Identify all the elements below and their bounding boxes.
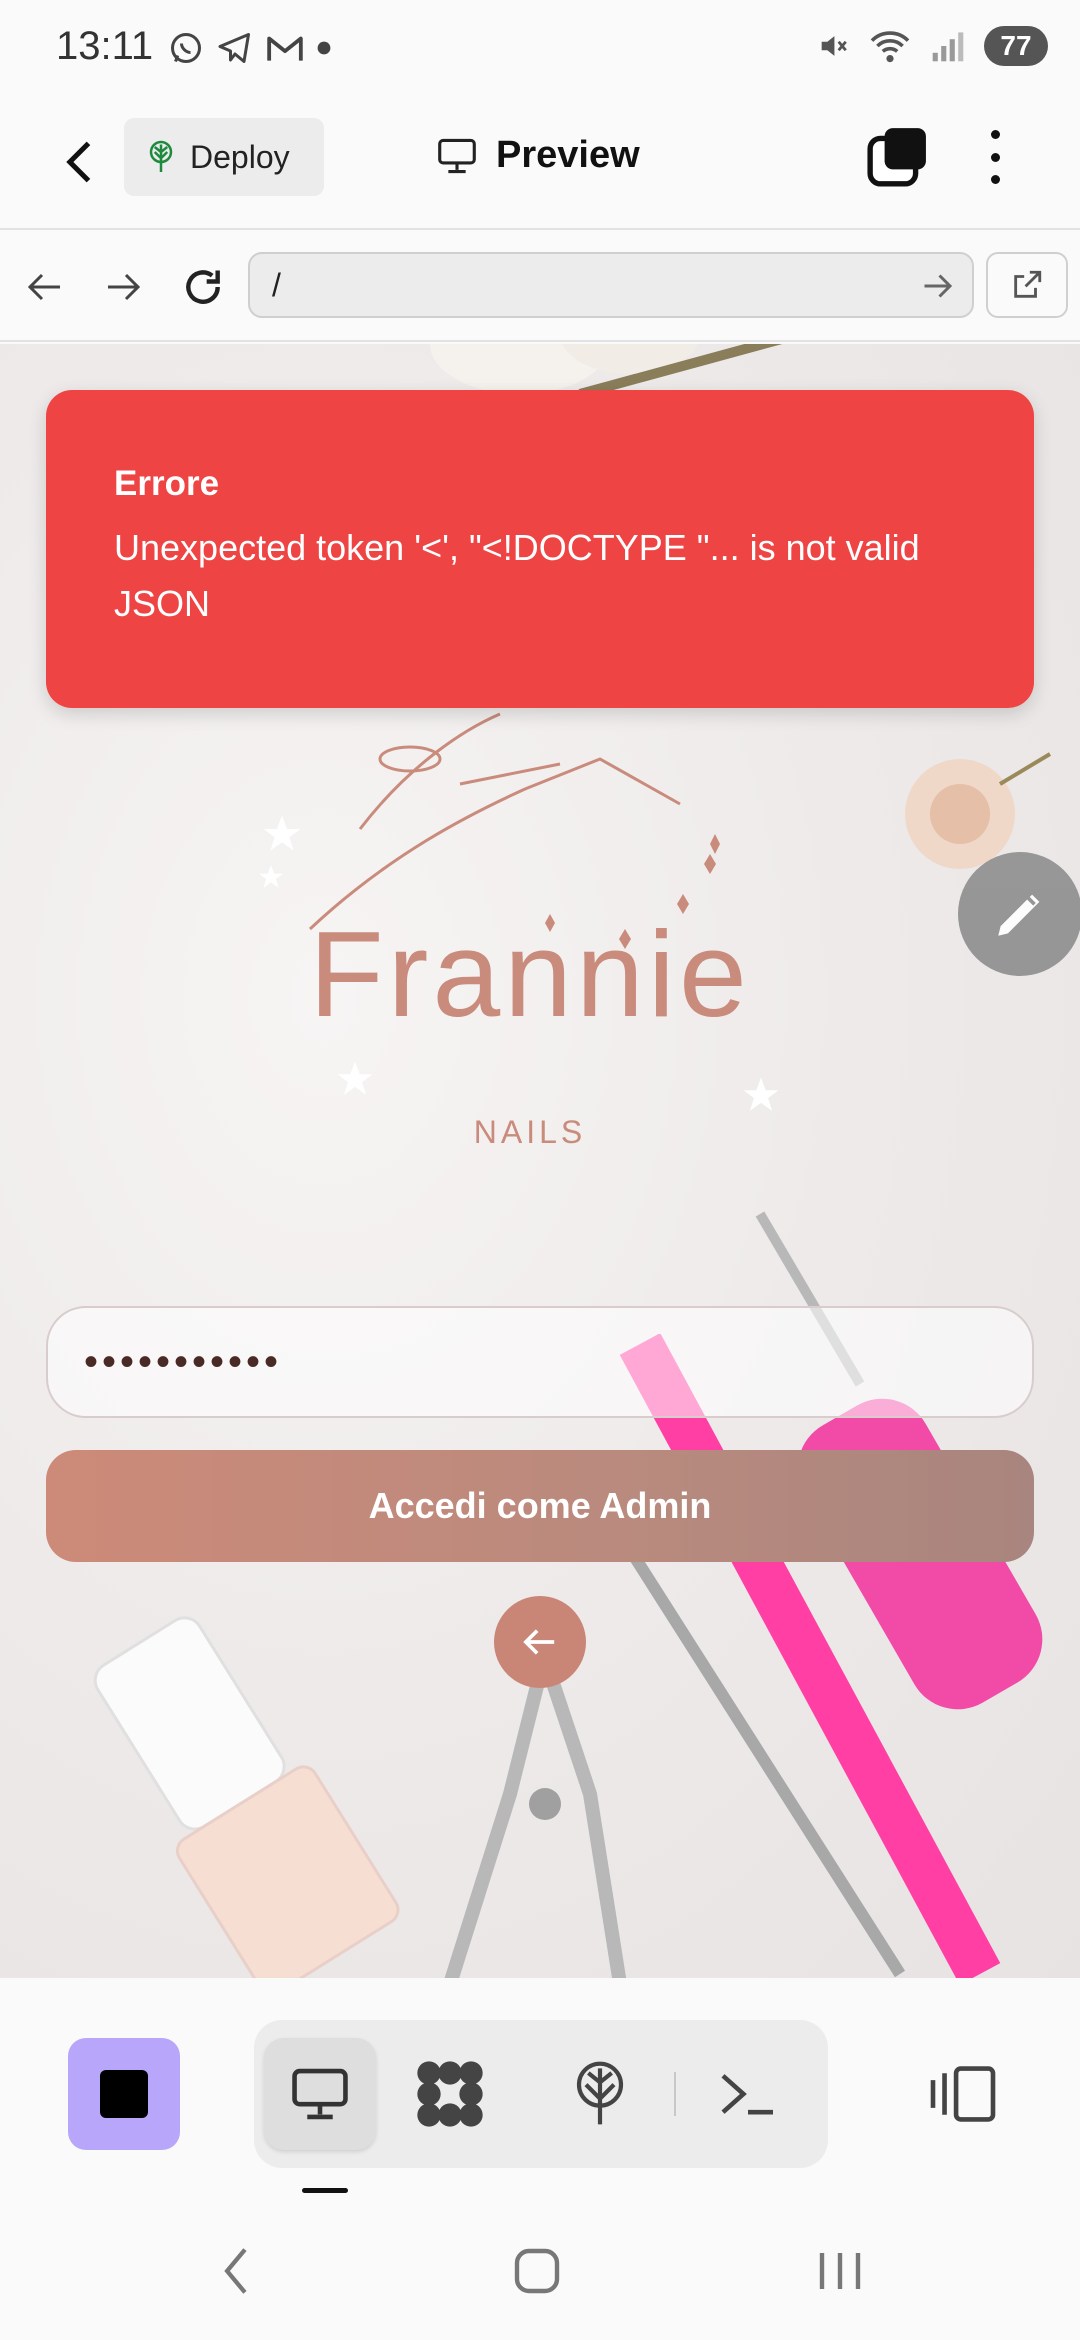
reload-icon (186, 270, 220, 304)
signal-icon (932, 32, 964, 62)
status-bar: 13:11 77 (0, 0, 1080, 100)
error-title: Errore (114, 464, 220, 503)
chevron-left-icon (224, 2248, 247, 2294)
admin-login-button[interactable]: Accedi come Admin (46, 1450, 1034, 1562)
panel-toggle-button[interactable] (918, 2038, 1008, 2150)
mute-icon (821, 36, 847, 56)
recents-icon (819, 2253, 861, 2289)
dot-icon (317, 41, 331, 55)
mode-preview-button[interactable] (264, 2038, 376, 2150)
divider (674, 2072, 676, 2116)
terminal-icon (721, 2074, 773, 2115)
deploy-tree-icon (576, 2061, 624, 2125)
gmail-icon (267, 36, 303, 61)
deploy-button[interactable]: Deploy (124, 118, 324, 196)
monitor-icon (438, 138, 476, 173)
tabs-button[interactable] (866, 126, 928, 188)
star-decoration (337, 1061, 373, 1095)
arrow-right-icon (108, 273, 141, 301)
notification-icons (168, 30, 332, 66)
external-link-icon (1014, 270, 1042, 298)
arrow-left-icon (523, 1629, 555, 1655)
stop-icon (100, 2070, 148, 2118)
system-back-button[interactable] (196, 2238, 276, 2304)
stacked-squares-icon (867, 128, 926, 187)
wifi-icon (870, 31, 910, 63)
star-decoration (259, 865, 283, 888)
app-header: Deploy Preview (0, 100, 1080, 230)
back-button[interactable] (50, 132, 110, 192)
system-home-button[interactable] (497, 2238, 577, 2304)
url-input[interactable] (248, 252, 974, 318)
reload-button[interactable] (176, 260, 230, 314)
mode-apps-button[interactable] (394, 2038, 506, 2150)
stop-button[interactable] (68, 2038, 180, 2150)
chevron-left-icon (66, 141, 91, 183)
bottom-toolbar (0, 1978, 1080, 2190)
status-time: 13:11 (56, 24, 154, 68)
home-square-icon (514, 2248, 560, 2294)
preview-label: Preview (496, 134, 640, 176)
open-external-button[interactable] (986, 252, 1068, 318)
password-field[interactable] (46, 1306, 1034, 1418)
browser-forward-button[interactable] (96, 260, 150, 314)
system-navigation-bar (0, 2196, 1080, 2340)
kebab-dot (990, 130, 1000, 139)
star-decoration (263, 815, 301, 851)
system-icons: 77 (816, 26, 1048, 66)
edit-fab-button[interactable] (958, 852, 1080, 976)
mode-terminal-button[interactable] (692, 2038, 804, 2150)
apps-grid-icon (417, 2061, 483, 2127)
browser-back-button[interactable] (18, 260, 72, 314)
arrow-left-icon (27, 273, 60, 301)
telegram-icon (218, 33, 250, 63)
whatsapp-icon (171, 33, 201, 63)
system-recents-button[interactable] (800, 2238, 880, 2304)
kebab-dot (990, 152, 1000, 162)
nail-polish-bottle-decoration (93, 1616, 400, 1978)
mode-switcher (254, 2020, 828, 2168)
preview-tab[interactable]: Preview (436, 134, 640, 177)
mode-deploy-button[interactable] (544, 2038, 656, 2150)
go-arrow-icon[interactable] (920, 268, 956, 304)
brand-logo: Frannie (309, 906, 751, 1042)
web-preview: Errore Unexpected token '<', "<!DOCTYPE … (0, 344, 1080, 1978)
more-options-button[interactable] (970, 126, 1020, 188)
error-message: Unexpected token '<', "<!DOCTYPE "... is… (114, 527, 920, 624)
active-mode-indicator (302, 2188, 348, 2193)
browser-bar (0, 232, 1080, 342)
pencil-icon (998, 894, 1040, 936)
battery-indicator: 77 (984, 26, 1048, 66)
back-round-button[interactable] (494, 1596, 586, 1688)
brand-subtitle: NAILS (473, 1114, 587, 1150)
kebab-dot (990, 175, 1000, 184)
star-decoration (743, 1077, 779, 1111)
deploy-label: Deploy (190, 138, 290, 175)
error-toast: Errore Unexpected token '<', "<!DOCTYPE … (46, 390, 1034, 708)
deploy-tree-icon (149, 140, 173, 172)
monitor-icon (292, 2068, 348, 2120)
side-panel-icon (930, 2066, 996, 2122)
